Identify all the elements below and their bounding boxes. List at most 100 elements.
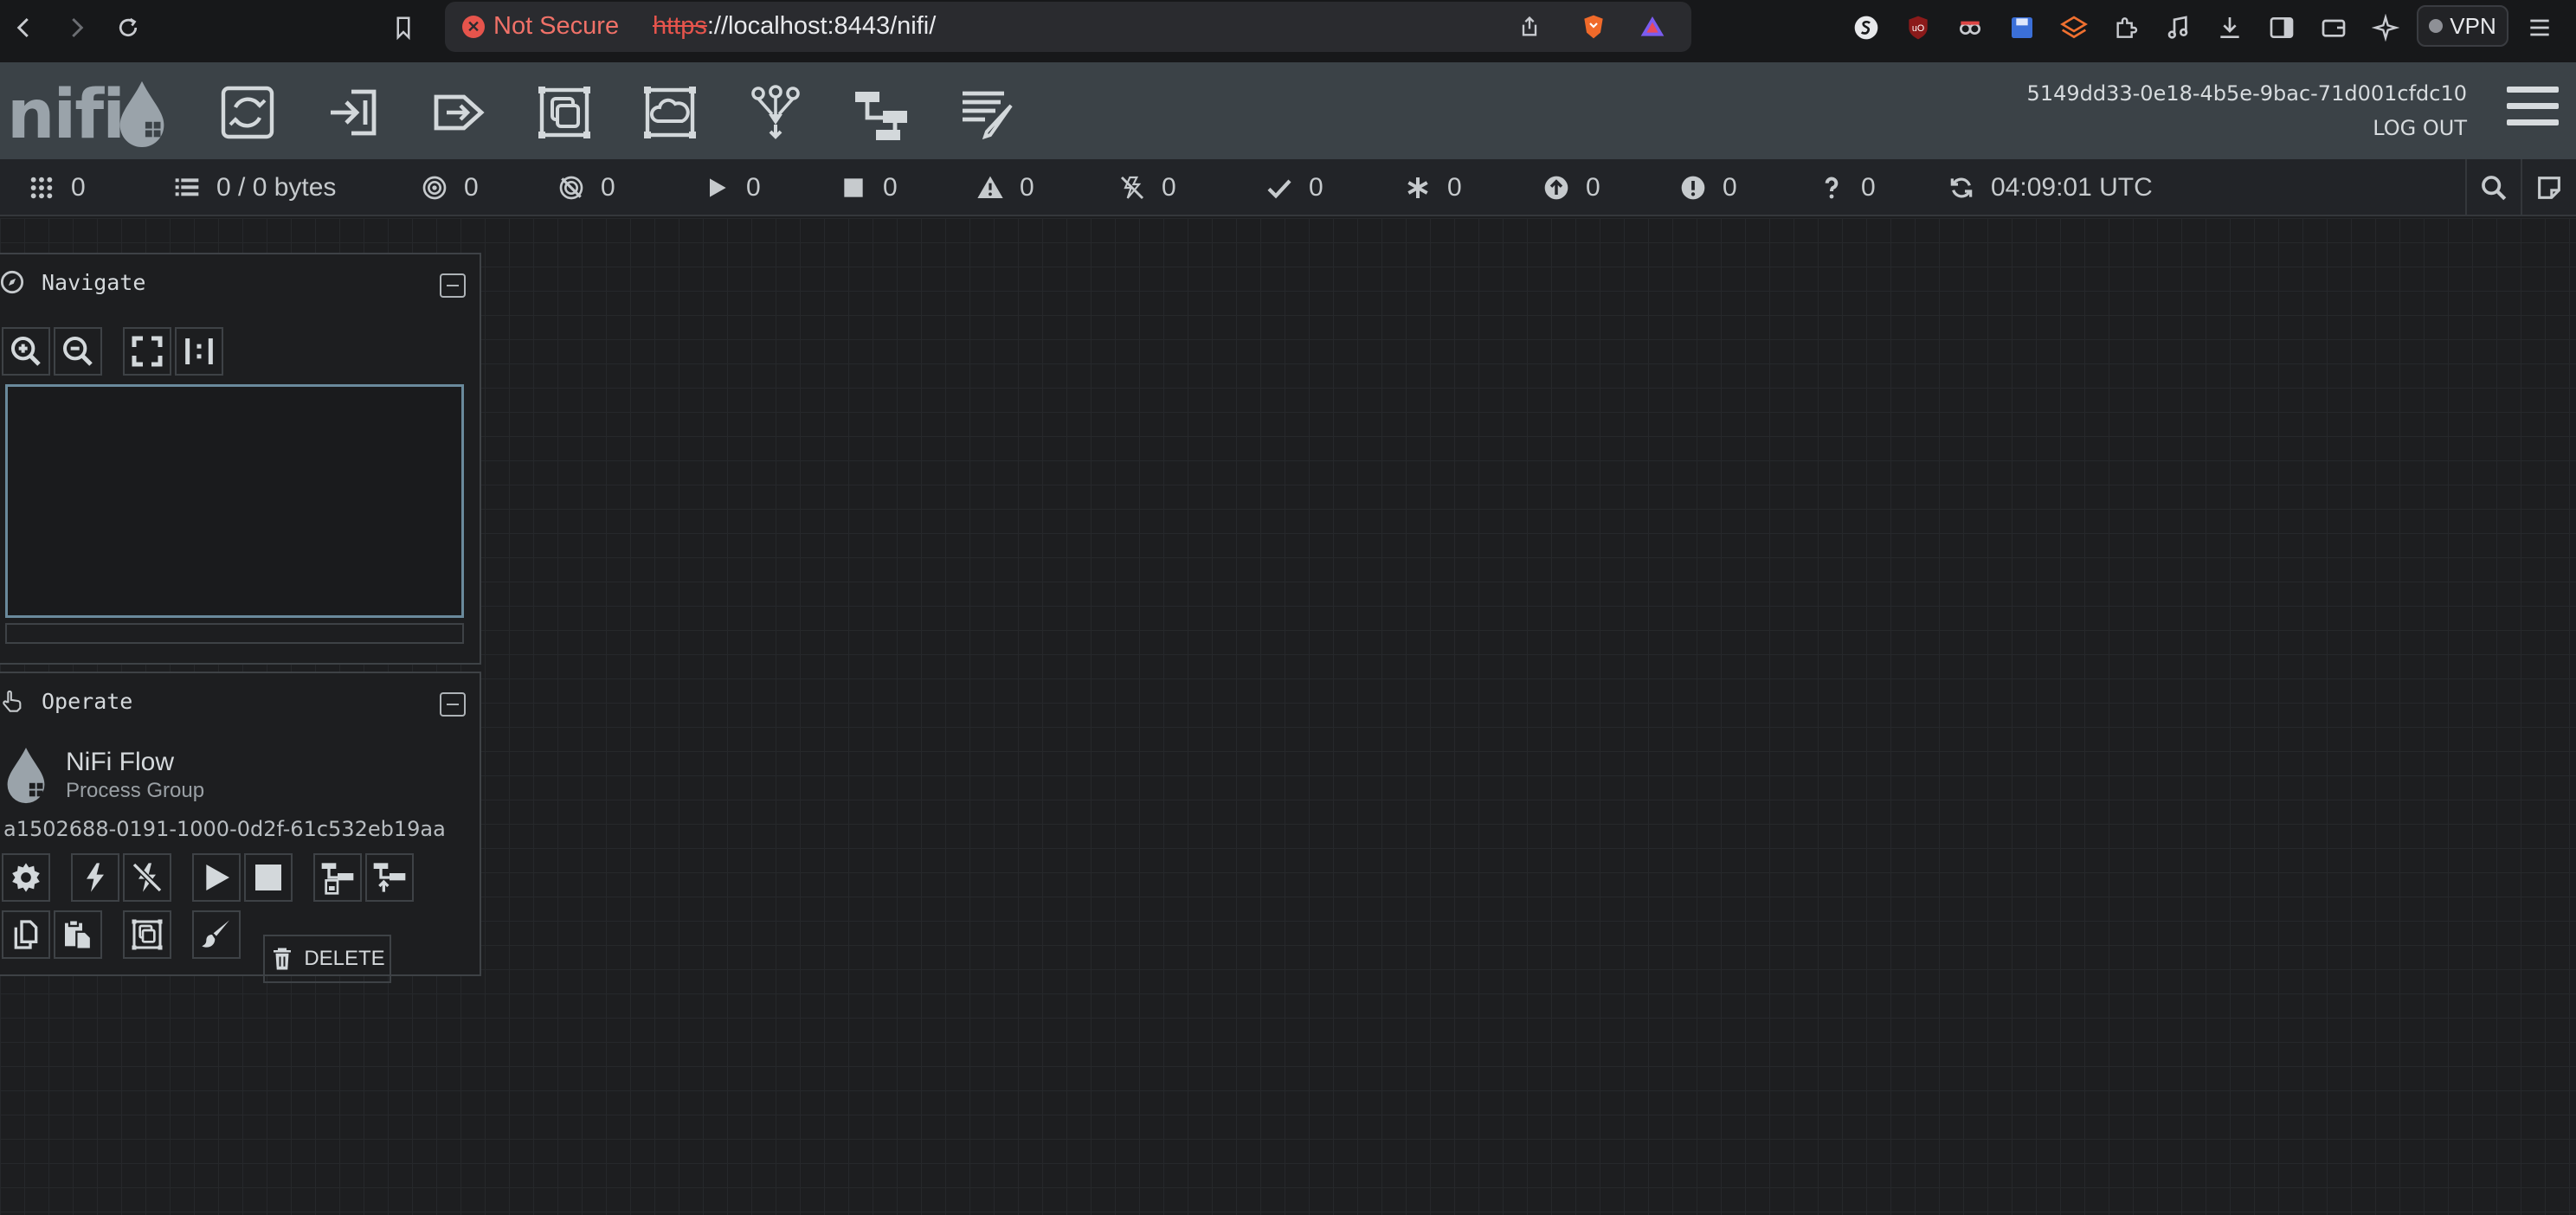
browser-menu-icon[interactable] (2522, 10, 2557, 45)
actual-size-icon (185, 338, 213, 364)
operate-header[interactable]: Operate (0, 673, 480, 730)
disable-button[interactable] (123, 853, 171, 902)
nifi-drop-icon (119, 80, 164, 148)
forward-arrow-icon (72, 17, 84, 38)
stop-button[interactable] (244, 853, 293, 902)
svg-text:uO: uO (1912, 23, 1924, 34)
remote-process-group-tool[interactable] (637, 80, 703, 145)
output-port-icon (434, 94, 485, 131)
vpn-button[interactable]: VPN (2417, 5, 2508, 47)
fit-to-screen-button[interactable] (123, 327, 171, 376)
active-threads-icon (30, 177, 53, 199)
locally-modified-stale-count: 0 (1723, 173, 1737, 202)
upload-template-icon (373, 863, 406, 892)
transmitting-status: 0 (421, 159, 479, 216)
invalid-count: 0 (1020, 173, 1034, 202)
navigate-title: Navigate (42, 270, 146, 295)
create-template-button[interactable] (313, 853, 362, 902)
brave-shields-icon[interactable] (1579, 12, 1608, 42)
reload-button[interactable] (109, 9, 147, 47)
template-tool[interactable] (848, 80, 914, 145)
configure-button[interactable] (2, 853, 50, 902)
leo-ai-icon[interactable] (2368, 10, 2403, 45)
sync-failure-count: 0 (1861, 173, 1876, 202)
ublock-icon[interactable]: uO (1901, 10, 1935, 45)
bookmark-button[interactable] (384, 9, 422, 47)
zoom-out-button[interactable] (54, 327, 102, 376)
delete-button[interactable]: DELETE (263, 935, 391, 983)
zoom-in-icon (11, 337, 41, 366)
logout-link[interactable]: LOG OUT (2373, 116, 2467, 140)
birdseye-overview[interactable] (5, 384, 464, 618)
process-group-tool[interactable] (531, 80, 597, 145)
operate-title: Operate (42, 689, 133, 714)
change-color-button[interactable] (192, 910, 241, 959)
not-transmitting-count: 0 (601, 173, 615, 202)
reload-icon (119, 17, 138, 37)
flow-status-bar: 0 0 / 0 bytes 0 0 0 0 0 0 0 0 0 0 0 04:0… (0, 159, 2576, 216)
extension-s-icon[interactable] (1849, 10, 1884, 45)
share-icon[interactable] (1515, 12, 1544, 42)
selected-component-name: NiFi Flow (66, 748, 174, 776)
collapse-operate-icon[interactable] (440, 692, 466, 717)
navigate-header[interactable]: Navigate (0, 254, 480, 312)
expand-icon (132, 336, 163, 367)
label-tool[interactable] (954, 80, 1020, 145)
puzzle-extensions-icon[interactable] (2109, 10, 2143, 45)
check-icon (1267, 179, 1291, 199)
save-extension-icon[interactable] (2005, 10, 2039, 45)
layers-extension-icon[interactable] (2057, 10, 2091, 45)
stopped-count: 0 (883, 173, 898, 202)
last-refreshed-time: 04:09:01 UTC (1991, 173, 2153, 202)
refresh-icon (1950, 177, 1973, 198)
question-icon (1825, 177, 1839, 199)
selected-component-id: a1502688-0191-1000-0d2f-61c532eb19aa (3, 817, 446, 841)
upload-template-button[interactable] (365, 853, 414, 902)
not-secure-label[interactable]: Not Secure (493, 12, 619, 41)
url-text[interactable]: https://localhost:8443/nifi/ (653, 12, 936, 41)
disabled-count: 0 (1162, 173, 1176, 202)
spy-extension-icon[interactable] (1953, 10, 1987, 45)
actual-size-button[interactable] (175, 327, 223, 376)
invalid-status: 0 (976, 159, 1034, 216)
not-transmitting-icon (559, 176, 583, 200)
group-icon (132, 919, 163, 950)
funnel-tool[interactable] (743, 80, 808, 145)
forward-button[interactable] (57, 9, 95, 47)
group-button[interactable] (123, 910, 171, 959)
bulletin-board-button[interactable] (2521, 159, 2576, 216)
warning-icon (977, 176, 1003, 198)
music-icon[interactable] (2161, 10, 2195, 45)
input-port-tool[interactable] (320, 80, 386, 145)
transmitting-count: 0 (464, 173, 479, 202)
exclamation-circle-icon (1681, 176, 1705, 200)
global-menu-icon[interactable] (2507, 87, 2559, 135)
brave-rewards-icon[interactable] (1638, 12, 1667, 42)
up-to-date-count: 0 (1309, 173, 1323, 202)
start-button[interactable] (192, 853, 241, 902)
url-scheme: https (653, 12, 707, 40)
queued-value: 0 / 0 bytes (216, 173, 337, 202)
download-icon[interactable] (2212, 10, 2247, 45)
not-secure-icon: ✕ (462, 16, 485, 38)
gear-icon (12, 863, 40, 892)
processor-tool[interactable] (215, 80, 280, 145)
wallet-icon[interactable] (2316, 10, 2351, 45)
search-button[interactable] (2465, 159, 2521, 216)
back-button[interactable] (5, 9, 43, 47)
copy-icon (14, 920, 38, 949)
enable-button[interactable] (71, 853, 119, 902)
copy-button[interactable] (2, 910, 50, 959)
address-bar[interactable]: ✕ Not Secure https://localhost:8443/nifi… (445, 2, 1691, 52)
collapse-navigate-icon[interactable] (440, 273, 466, 298)
sidebar-toggle-icon[interactable] (2264, 10, 2299, 45)
flash-icon (87, 863, 104, 892)
nifi-logo[interactable]: nifi (7, 74, 171, 154)
output-port-tool[interactable] (426, 80, 492, 145)
compass-icon (0, 270, 24, 294)
paste-button[interactable] (54, 910, 102, 959)
zoom-in-button[interactable] (2, 327, 50, 376)
refresh-status[interactable]: 04:09:01 UTC (1948, 159, 2153, 216)
transmitting-icon (422, 176, 447, 200)
input-port-icon (331, 89, 377, 136)
